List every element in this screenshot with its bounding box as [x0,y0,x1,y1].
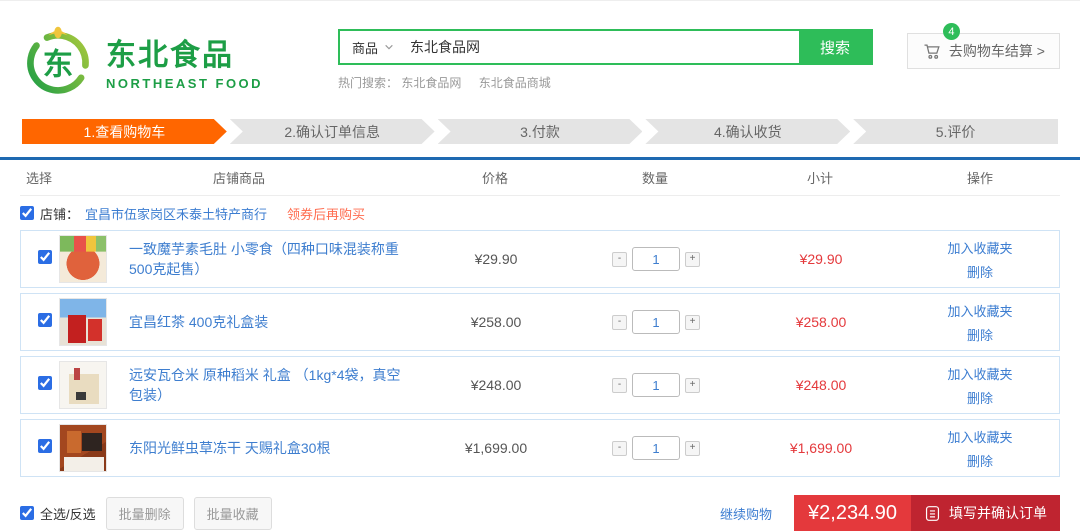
hot-search-label: 热门搜索： [338,76,398,90]
brand-name-cn: 东北食品 [106,30,263,74]
qty-input[interactable] [632,373,680,397]
select-all-checkbox[interactable] [20,506,34,520]
batch-favorite-button[interactable]: 批量收藏 [194,497,272,530]
go-to-cart-button[interactable]: 去购物车结算 > [907,33,1060,69]
header-actions: 操作 [900,168,1060,187]
store-checkbox[interactable] [20,206,34,220]
qty-decrease-button[interactable]: - [612,315,627,330]
search-area: 商品 搜索 热门搜索： 东北食品网 东北食品商城 [338,13,873,107]
step-view-cart: 1.查看购物车 [22,119,227,144]
site-header: 东 东北食品 NORTHEAST FOOD 商品 搜索 热门搜索： 东北食品网 … [0,1,1080,107]
confirm-order-button[interactable]: 填写并确认订单 [911,495,1060,531]
cart-item-row: 宜昌红茶 400克礼盒装 ¥258.00 - + ¥258.00 加入收藏夹 删… [20,293,1060,351]
add-to-favorites-link[interactable]: 加入收藏夹 [947,238,1012,257]
qty-increase-button[interactable]: + [685,315,700,330]
delete-item-link[interactable]: 删除 [967,325,993,344]
cart-item-row: 远安瓦仓米 原种稻米 礼盒 （1kg*4袋，真空包装） ¥248.00 - + … [20,356,1060,414]
qty-input[interactable] [632,310,680,334]
product-image[interactable] [59,298,107,346]
brand-logo-text: 东北食品 NORTHEAST FOOD [106,30,263,91]
qty-decrease-button[interactable]: - [612,378,627,393]
hot-search-term[interactable]: 东北食品网 [401,76,461,90]
product-title-link[interactable]: 宜昌红茶 400克礼盒装 [129,312,407,332]
qty-decrease-button[interactable]: - [612,252,627,267]
checkout-steps: 1.查看购物车 2.确认订单信息 3.付款 4.确认收货 5.评价 [22,119,1058,144]
store-row: 店铺： 宜昌市伍家岗区禾泰土特产商行 领券后再购买 [20,196,1060,230]
search-button[interactable]: 搜索 [799,31,871,63]
cart-icon [922,41,942,61]
step-review: 5.评价 [853,119,1058,144]
hot-search-term[interactable]: 东北食品商城 [479,76,551,90]
cart-total: ¥2,234.90 [794,495,911,531]
header-subtotal: 小计 [740,168,900,187]
product-title-link[interactable]: 一致魔芋素毛肚 小零食（四种口味混装称重500克起售） [129,239,407,280]
item-checkbox[interactable] [38,250,52,264]
item-subtotal: ¥248.00 [741,377,901,393]
item-subtotal: ¥258.00 [741,314,901,330]
item-price: ¥258.00 [421,314,571,330]
qty-increase-button[interactable]: + [685,378,700,393]
batch-delete-button[interactable]: 批量删除 [106,497,184,530]
cart-count-badge: 4 [943,23,960,40]
search-category-dropdown[interactable]: 商品 [340,31,404,63]
product-image[interactable] [59,361,107,409]
chevron-down-icon [384,42,394,52]
order-form-icon [924,505,941,522]
item-price: ¥1,699.00 [421,440,571,456]
hot-search-row: 热门搜索： 东北食品网 东北食品商城 [338,74,873,91]
qty-decrease-button[interactable]: - [612,441,627,456]
qty-input[interactable] [632,247,680,271]
add-to-favorites-link[interactable]: 加入收藏夹 [947,427,1012,446]
search-input[interactable] [404,31,799,63]
search-category-label: 商品 [352,38,378,57]
item-price: ¥29.90 [421,251,571,267]
step-payment: 3.付款 [438,119,643,144]
header-select: 选择 [20,168,58,187]
item-checkbox[interactable] [38,439,52,453]
cart-button-wrap: 4 去购物车结算 > [907,13,1060,107]
product-title-link[interactable]: 远安瓦仓米 原种稻米 礼盒 （1kg*4袋，真空包装） [129,365,407,406]
qty-increase-button[interactable]: + [685,441,700,456]
cart-page: 东 东北食品 NORTHEAST FOOD 商品 搜索 热门搜索： 东北食品网 … [0,0,1080,529]
item-subtotal: ¥1,699.00 [741,440,901,456]
cart-item-row: 东阳光鲜虫草冻干 天赐礼盒30根 ¥1,699.00 - + ¥1,699.00… [20,419,1060,477]
brand-name-en: NORTHEAST FOOD [106,76,263,91]
item-checkbox[interactable] [38,376,52,390]
item-price: ¥248.00 [421,377,571,393]
item-subtotal: ¥29.90 [741,251,901,267]
header-quantity: 数量 [570,168,740,187]
product-title-link[interactable]: 东阳光鲜虫草冻干 天赐礼盒30根 [129,438,407,458]
confirm-order-label: 填写并确认订单 [949,503,1047,523]
brand-logo[interactable]: 东 东北食品 NORTHEAST FOOD [20,13,288,107]
cart-table-header: 选择 店铺商品 价格 数量 小计 操作 [20,160,1060,196]
go-to-cart-label: 去购物车结算 > [949,41,1045,61]
select-all-label: 全选/反选 [40,504,96,523]
add-to-favorites-link[interactable]: 加入收藏夹 [947,364,1012,383]
delete-item-link[interactable]: 删除 [967,451,993,470]
product-image[interactable] [59,235,107,283]
product-image[interactable] [59,424,107,472]
checkout-bar: ¥2,234.90 填写并确认订单 [794,495,1060,531]
brand-logo-icon: 东 [20,22,96,98]
header-product: 店铺商品 [58,168,420,187]
qty-increase-button[interactable]: + [685,252,700,267]
select-all-control: 全选/反选 [20,504,96,523]
qty-input[interactable] [632,436,680,460]
cart-footer: 全选/反选 批量删除 批量收藏 继续购物 ¥2,234.90 填写并确认订单 [20,495,1060,531]
svg-text:东: 东 [43,46,73,81]
checkout-area: 继续购物 ¥2,234.90 填写并确认订单 [720,495,1060,531]
store-label: 店铺： [40,204,79,223]
delete-item-link[interactable]: 删除 [967,262,993,281]
get-coupon-link[interactable]: 领券后再购买 [287,204,365,223]
add-to-favorites-link[interactable]: 加入收藏夹 [947,301,1012,320]
step-confirm-order: 2.确认订单信息 [230,119,435,144]
header-price: 价格 [420,168,570,187]
delete-item-link[interactable]: 删除 [967,388,993,407]
continue-shopping-link[interactable]: 继续购物 [720,504,772,523]
store-name-link[interactable]: 宜昌市伍家岗区禾泰土特产商行 [85,204,267,223]
step-confirm-receipt: 4.确认收货 [645,119,850,144]
search-bar: 商品 搜索 [338,29,873,65]
cart-item-row: 一致魔芋素毛肚 小零食（四种口味混装称重500克起售） ¥29.90 - + ¥… [20,230,1060,288]
item-checkbox[interactable] [38,313,52,327]
